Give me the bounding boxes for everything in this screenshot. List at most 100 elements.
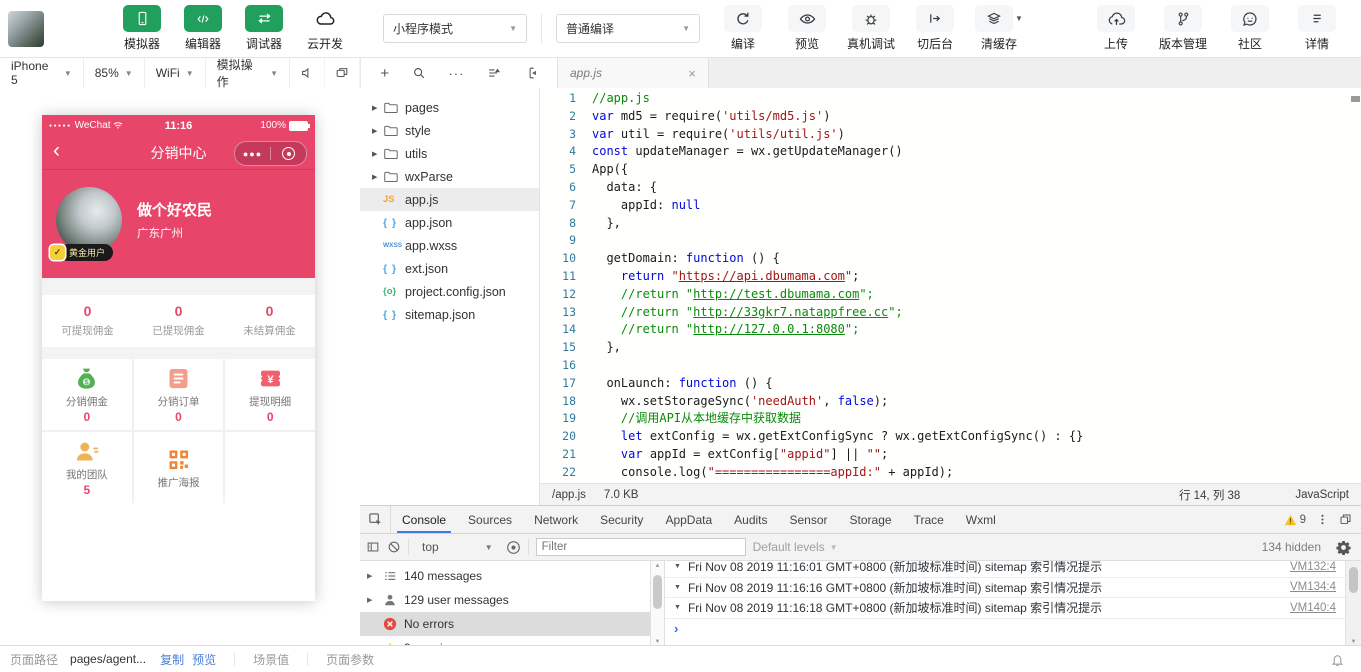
toolbar-button-upload[interactable]: 上传	[1090, 5, 1142, 52]
user-avatar[interactable]	[8, 10, 44, 47]
profile-card: ✓ 黄金用户 做个好农民 广东广州	[42, 170, 315, 278]
grid-item[interactable]: 分销订单 0	[133, 359, 224, 430]
record-icon[interactable]	[271, 147, 306, 160]
list-icon	[383, 569, 397, 583]
close-icon[interactable]: ×	[688, 66, 696, 81]
upload-icon	[1097, 5, 1135, 32]
toolbar-button-editor[interactable]: 编辑器	[177, 5, 229, 52]
console-message-source[interactable]: VM132:4	[1290, 561, 1336, 573]
tree-item-style[interactable]: ▶ style	[360, 119, 539, 142]
sidebar-toggle-icon[interactable]	[366, 540, 380, 554]
simulate-actions-select[interactable]: 模拟操作 ▼	[206, 58, 290, 89]
devtools-tab-audits[interactable]: Audits	[723, 506, 778, 533]
search-icon[interactable]	[412, 66, 426, 80]
console-filter-item[interactable]: No errors	[360, 612, 650, 636]
devtools-tab-storage[interactable]: Storage	[839, 506, 903, 533]
preview-link[interactable]: 预览	[192, 651, 216, 668]
sort-list-icon[interactable]	[487, 66, 501, 80]
phone-nav-bar: ‹ 分销中心 ●●●	[42, 136, 315, 170]
toolbar-button-community[interactable]: 社区	[1224, 5, 1276, 52]
sidebar-scrollbar[interactable]: ▲ ▼	[651, 561, 665, 647]
grid-item[interactable]: $ 分销佣金 0	[42, 359, 132, 430]
devtools-tab-appdata[interactable]: AppData	[654, 506, 723, 533]
toolbar-divider	[541, 13, 542, 44]
toolbar-button-background[interactable]: 切后台	[906, 5, 964, 52]
toolbar-button-clear-cache[interactable]: ▼ 清缓存	[970, 5, 1028, 52]
separate-window-icon[interactable]	[325, 58, 360, 88]
warning-count-badge[interactable]: 9	[1284, 514, 1306, 526]
zoom-select[interactable]: 85% ▼	[84, 58, 145, 88]
network-select[interactable]: WiFi ▼	[145, 58, 206, 88]
back-chevron-icon[interactable]: ‹	[53, 139, 60, 163]
grid-item[interactable]: ¥ 提现明细 0	[225, 359, 315, 430]
language-mode[interactable]: JavaScript	[1295, 489, 1349, 501]
devtools-tab-security[interactable]: Security	[589, 506, 654, 533]
toolbar-button-compile[interactable]: 编译	[714, 5, 772, 52]
console-scrollbar[interactable]: ▼	[1345, 561, 1361, 647]
console-message-source[interactable]: VM140:4	[1290, 602, 1336, 614]
toolbar-button-simulator[interactable]: 模拟器	[116, 5, 168, 52]
inspect-element-icon[interactable]	[360, 506, 391, 533]
grid-item[interactable]: 推广海报	[133, 432, 224, 503]
log-levels-select[interactable]: Default levels ▼	[753, 540, 838, 554]
devtools-tab-console[interactable]: Console	[391, 506, 457, 533]
console-message[interactable]: ▼ Fri Nov 08 2019 11:16:18 GMT+0800 (新加坡标…	[665, 598, 1345, 619]
console-message[interactable]: ▼ Fri Nov 08 2019 11:16:16 GMT+0800 (新加坡标…	[665, 578, 1345, 598]
filter-input[interactable]	[535, 538, 746, 556]
more-icon[interactable]: ···	[448, 66, 464, 81]
tab-app-js[interactable]: app.js ×	[558, 58, 709, 88]
bell-icon[interactable]	[1330, 652, 1345, 667]
console-scrollbar-thumb	[1349, 567, 1358, 593]
tree-item-app-wxss[interactable]: WXSS app.wxss	[360, 234, 539, 257]
devtools-tab-wxml[interactable]: Wxml	[955, 506, 1007, 533]
console-filter-item[interactable]: ▶ 140 messages	[360, 564, 650, 588]
undock-icon[interactable]	[1339, 513, 1352, 526]
toolbar-button-preview[interactable]: 预览	[778, 5, 836, 52]
console-message-text: Fri Nov 08 2019 11:16:18 GMT+0800 (新加坡标准…	[687, 601, 1103, 616]
clear-console-icon[interactable]	[387, 540, 401, 554]
toolbar-button-details[interactable]: 详情	[1291, 5, 1343, 52]
tree-item-name: app.json	[405, 215, 453, 230]
code-area[interactable]: 1 //app.js 2 var md5 = require('utils/md5.j…	[540, 88, 1361, 483]
tree-item-utils[interactable]: ▶ utils	[360, 142, 539, 165]
devtools-tab-network[interactable]: Network	[523, 506, 589, 533]
tree-item-pages[interactable]: ▶ pages	[360, 96, 539, 119]
code-line: 10 getDomain: function () {	[540, 250, 1361, 268]
devtools-tab-sensor[interactable]: Sensor	[779, 506, 839, 533]
tree-item-sitemap-json[interactable]: { } sitemap.json	[360, 303, 539, 326]
toolbar-button-debugger[interactable]: 调试器	[238, 5, 290, 52]
mute-icon[interactable]	[290, 58, 325, 88]
menu-dots-icon[interactable]: ●●●	[235, 149, 270, 159]
folder-icon	[383, 101, 405, 114]
copy-link[interactable]: 复制	[160, 651, 184, 668]
console-message[interactable]: ▼ Fri Nov 08 2019 11:16:01 GMT+0800 (新加坡标…	[665, 561, 1345, 578]
editor-scrollbar-thumb[interactable]	[1351, 96, 1360, 102]
gear-icon[interactable]	[1336, 540, 1351, 555]
page-params-label[interactable]: 页面参数	[326, 651, 374, 668]
console-filter-item[interactable]: ▶ 129 user messages	[360, 588, 650, 612]
console-prompt[interactable]: ›	[665, 619, 1345, 638]
tree-item-wxParse[interactable]: ▶ wxParse	[360, 165, 539, 188]
grid-item[interactable]: 我的团队 5	[42, 432, 132, 503]
mode-select[interactable]: 小程序模式 ▼	[383, 14, 527, 43]
scene-value-label[interactable]: 场景值	[253, 651, 289, 668]
kebab-menu-icon[interactable]	[1316, 513, 1329, 526]
new-file-icon[interactable]: +	[380, 65, 389, 82]
toolbar-button-remote-debug[interactable]: 真机调试	[842, 5, 900, 52]
toolbar-button-cloud-dev[interactable]: 云开发	[299, 5, 351, 52]
tree-item-project-config-json[interactable]: {o} project.config.json	[360, 280, 539, 303]
frame-context-select[interactable]: top ▼	[416, 540, 499, 554]
line-number: 9	[569, 233, 576, 248]
tree-item-app-json[interactable]: { } app.json	[360, 211, 539, 234]
devtools-tab-sources[interactable]: Sources	[457, 506, 523, 533]
device-select[interactable]: iPhone 5 ▼	[0, 58, 84, 88]
collapse-panel-icon[interactable]	[524, 66, 538, 80]
tree-item-app-js[interactable]: JS app.js	[360, 188, 539, 211]
eye-icon[interactable]	[506, 540, 521, 555]
tree-item-ext-json[interactable]: { } ext.json	[360, 257, 539, 280]
devtools-tab-trace[interactable]: Trace	[903, 506, 955, 533]
console-message-source[interactable]: VM134:4	[1290, 581, 1336, 593]
compile-mode-select[interactable]: 普通编译 ▼	[556, 14, 700, 43]
toolbar-button-version[interactable]: 版本管理	[1157, 5, 1209, 52]
